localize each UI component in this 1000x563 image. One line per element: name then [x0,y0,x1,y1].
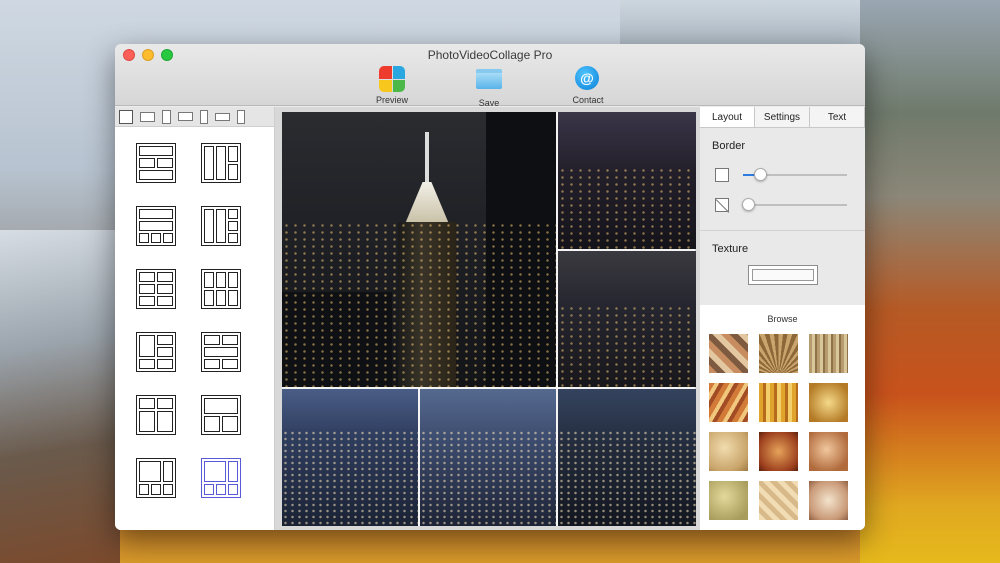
texture-browser: Browse [700,305,865,530]
texture-swatch[interactable] [709,432,748,471]
inspector-tabs: Layout Settings Text [700,107,865,128]
desktop-mountain-right [860,0,1000,563]
corner-radius-icon [715,198,729,212]
texture-preview[interactable] [747,265,818,285]
layout-option-selected[interactable] [201,458,241,498]
texture-swatch[interactable] [759,481,798,520]
contact-label: Contact [572,95,604,105]
layout-option[interactable] [201,395,241,435]
tab-settings[interactable]: Settings [755,107,810,127]
layout-option[interactable] [201,206,241,246]
layout-option[interactable] [201,143,241,183]
ratio-landscape-wide-button[interactable] [140,111,155,122]
texture-swatch[interactable] [809,334,848,373]
corner-radius-slider[interactable] [742,198,847,211]
preview-icon [379,66,405,92]
main-content: Layout Settings Text Border Texture Brow… [115,107,865,530]
layout-option[interactable] [136,395,176,435]
photo-slot-3[interactable] [558,251,696,387]
preview-button[interactable]: Preview [357,66,427,105]
ratio-landscape-button[interactable] [178,112,193,121]
texture-grid [700,324,865,520]
title-bar: PhotoVideoCollage Pro Preview Save @ Con… [115,44,865,108]
photo-slot-2[interactable] [558,112,696,249]
layout-grid [115,127,274,498]
border-title: Border [712,140,746,152]
texture-swatch[interactable] [809,481,848,520]
desktop-mountain-top [620,0,880,50]
folder-icon [476,69,502,95]
inspector-panel: Layout Settings Text Border Texture Brow… [700,107,865,530]
layout-option[interactable] [136,332,176,372]
desktop-mountain-left [0,230,120,563]
texture-swatch[interactable] [809,383,848,422]
preview-label: Preview [375,95,408,105]
layout-option[interactable] [136,206,176,246]
window-title: PhotoVideoCollage Pro [427,48,553,62]
corner-radius-thumb[interactable] [742,198,755,211]
ratio-landscape-16-9-button[interactable] [215,112,230,121]
layout-option[interactable] [136,143,176,183]
tab-layout[interactable]: Layout [700,107,755,127]
save-button[interactable]: Save [454,66,524,108]
at-sign-icon: @ [575,66,601,92]
photo-slot-6[interactable] [558,389,696,526]
contact-button[interactable]: @ Contact [553,66,623,105]
collage [282,112,696,526]
texture-swatch[interactable] [709,334,748,373]
ratio-square-button[interactable] [119,109,133,124]
layouts-panel [115,107,275,530]
collage-canvas [275,107,700,530]
layout-option[interactable] [201,332,241,372]
texture-swatch[interactable] [759,334,798,373]
texture-swatch[interactable] [709,481,748,520]
photo-slot-4[interactable] [282,389,418,526]
texture-swatch[interactable] [709,383,748,422]
border-width-icon [715,168,729,182]
border-width-row [712,160,853,190]
texture-title: Texture [712,243,749,255]
photo-slot-5[interactable] [420,389,556,526]
corner-radius-row [712,190,853,220]
layout-option[interactable] [136,269,176,309]
layout-option[interactable] [136,458,176,498]
ratio-portrait-3-4-button[interactable] [237,109,245,124]
browse-title: Browse [767,314,798,324]
photo-slot-1[interactable] [282,112,556,387]
border-width-slider[interactable] [743,168,847,181]
texture-swatch[interactable] [809,432,848,471]
texture-swatch[interactable] [759,432,798,471]
layout-option[interactable] [201,269,241,309]
app-window: PhotoVideoCollage Pro Preview Save @ Con… [115,44,865,530]
tab-text[interactable]: Text [810,107,865,127]
border-width-thumb[interactable] [754,168,767,181]
texture-swatch[interactable] [759,383,798,422]
border-section: Border [700,128,865,231]
texture-section: Texture [700,231,865,285]
aspect-ratio-bar [115,107,274,127]
ratio-portrait-tall-button[interactable] [162,109,171,124]
ratio-portrait-slim-button[interactable] [200,109,208,124]
